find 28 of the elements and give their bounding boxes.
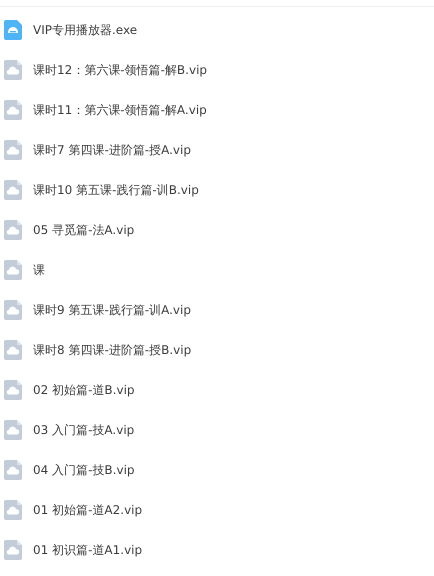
file-name[interactable]: 课时8 第四课-进阶篇-授B.vip (33, 342, 192, 358)
file-name[interactable]: 课时11：第六课-领悟篇-解A.vip (33, 102, 207, 118)
cloud-file-icon (4, 100, 22, 120)
cloud-file-icon (4, 220, 22, 240)
file-name[interactable]: 课时12：第六课-领悟篇-解B.vip (33, 62, 208, 78)
file-name[interactable]: 01 初识篇-道A1.vip (33, 542, 142, 558)
file-name[interactable]: 04 入门篇-技B.vip (33, 462, 135, 478)
file-name[interactable]: 课时10 第五课-践行篇-训B.vip (33, 182, 199, 198)
cloud-file-icon (4, 260, 22, 280)
cloud-file-icon (4, 60, 22, 80)
cloud-file-icon (4, 300, 22, 320)
cloud-file-icon (4, 500, 22, 520)
application-file-icon (4, 20, 22, 40)
cloud-file-icon (4, 420, 22, 440)
cloud-file-icon (4, 380, 22, 400)
cloud-file-icon (4, 140, 22, 160)
file-name[interactable]: 02 初始篇-道B.vip (33, 382, 135, 398)
cloud-file-icon (4, 180, 22, 200)
file-name[interactable]: VIP专用播放器.exe (33, 22, 138, 38)
file-name[interactable]: 05 寻觅篇-法A.vip (33, 222, 134, 238)
file-name[interactable]: 课时9 第五课-践行篇-训A.vip (33, 302, 191, 318)
file-name[interactable]: 03 入门篇-技A.vip (33, 422, 134, 438)
file-name[interactable]: 课 (33, 262, 45, 278)
cloud-file-icon (4, 540, 22, 560)
file-name[interactable]: 课时7 第四课-进阶篇-授A.vip (33, 142, 191, 158)
file-name[interactable]: 01 初始篇-道A2.vip (33, 502, 142, 518)
cloud-file-icon (4, 340, 22, 360)
cloud-file-icon (4, 460, 22, 480)
